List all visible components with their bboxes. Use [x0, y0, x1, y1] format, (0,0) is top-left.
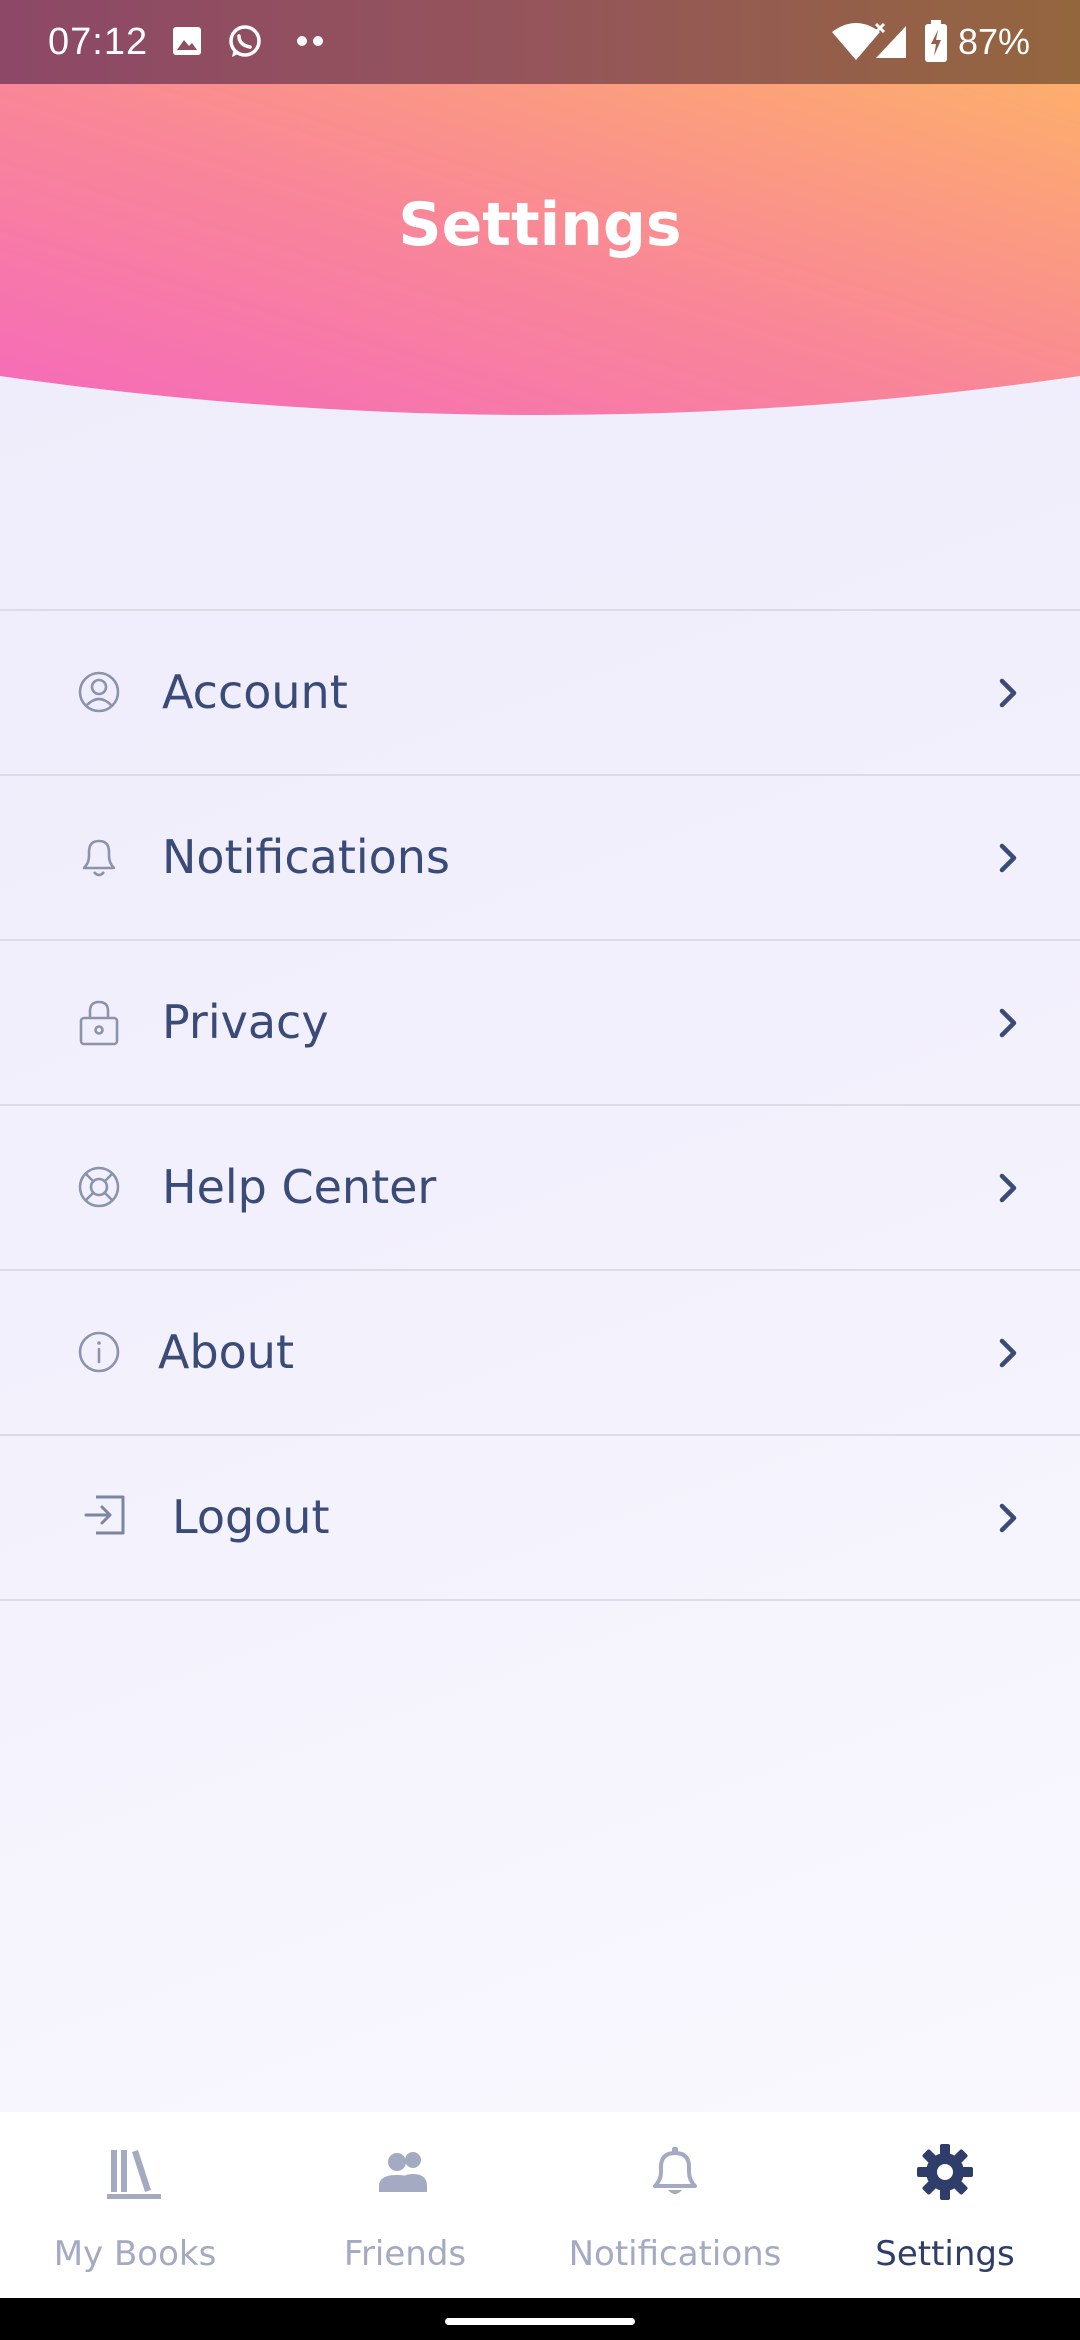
system-gesture-bar: [0, 2298, 1080, 2340]
menu-item-account[interactable]: Account: [0, 611, 1080, 774]
bottom-navigation: My Books Friends Notifications Settings: [0, 2112, 1080, 2298]
bell-icon: [653, 2147, 697, 2194]
nav-tab-label: Friends: [343, 2234, 467, 2274]
menu-item-label: About: [158, 1325, 295, 1379]
menu-item-label: Logout: [172, 1490, 330, 1544]
menu-item-label: Account: [162, 665, 348, 719]
chevron-right-icon: [999, 843, 1017, 873]
logout-icon: [84, 1495, 125, 1535]
menu-item-help-center[interactable]: Help Center: [0, 1106, 1080, 1269]
status-time: 07:12: [48, 21, 149, 63]
battery-percent: 87%: [958, 21, 1031, 62]
image-icon: [173, 27, 201, 55]
gear-icon: [917, 2144, 973, 2200]
battery-charging-icon: [925, 20, 947, 62]
chevron-right-icon: [999, 1173, 1017, 1203]
status-bar: 07:12 87%: [0, 0, 1080, 84]
whatsapp-icon: [229, 25, 261, 57]
bell-icon: [82, 839, 116, 877]
menu-item-about[interactable]: About: [0, 1271, 1080, 1434]
info-icon: [78, 1331, 120, 1373]
menu-item-privacy[interactable]: Privacy: [0, 941, 1080, 1104]
nav-tab-friends[interactable]: Friends: [270, 2112, 540, 2298]
nav-tab-my-books[interactable]: My Books: [0, 2112, 270, 2298]
friends-icon: [379, 2152, 427, 2192]
nav-tab-notifications[interactable]: Notifications: [540, 2112, 810, 2298]
lock-icon: [79, 1000, 119, 1046]
chevron-right-icon: [999, 1503, 1017, 1533]
menu-item-notifications[interactable]: Notifications: [0, 776, 1080, 939]
nav-tab-label: Settings: [875, 2234, 1015, 2274]
divider: [0, 1599, 1080, 1601]
nav-tab-label: My Books: [53, 2234, 217, 2274]
menu-item-label: Notifications: [162, 830, 450, 884]
chevron-right-icon: [999, 678, 1017, 708]
menu-item-label: Help Center: [162, 1160, 437, 1214]
lifebuoy-icon: [78, 1166, 120, 1208]
settings-menu: Account Notifications Privacy Help Cente…: [0, 609, 1080, 1601]
signal-icon: [874, 22, 906, 58]
more-dots-icon: [297, 36, 323, 46]
page-title: Settings: [398, 190, 682, 260]
home-gesture-handle[interactable]: [445, 2318, 635, 2325]
menu-item-logout[interactable]: Logout: [0, 1436, 1080, 1599]
chevron-right-icon: [999, 1008, 1017, 1038]
menu-item-label: Privacy: [162, 995, 329, 1049]
user-circle-icon: [78, 671, 120, 713]
books-icon: [107, 2150, 161, 2199]
chevron-right-icon: [999, 1338, 1017, 1368]
nav-tab-settings[interactable]: Settings: [810, 2112, 1080, 2298]
nav-tab-label: Notifications: [568, 2234, 782, 2274]
